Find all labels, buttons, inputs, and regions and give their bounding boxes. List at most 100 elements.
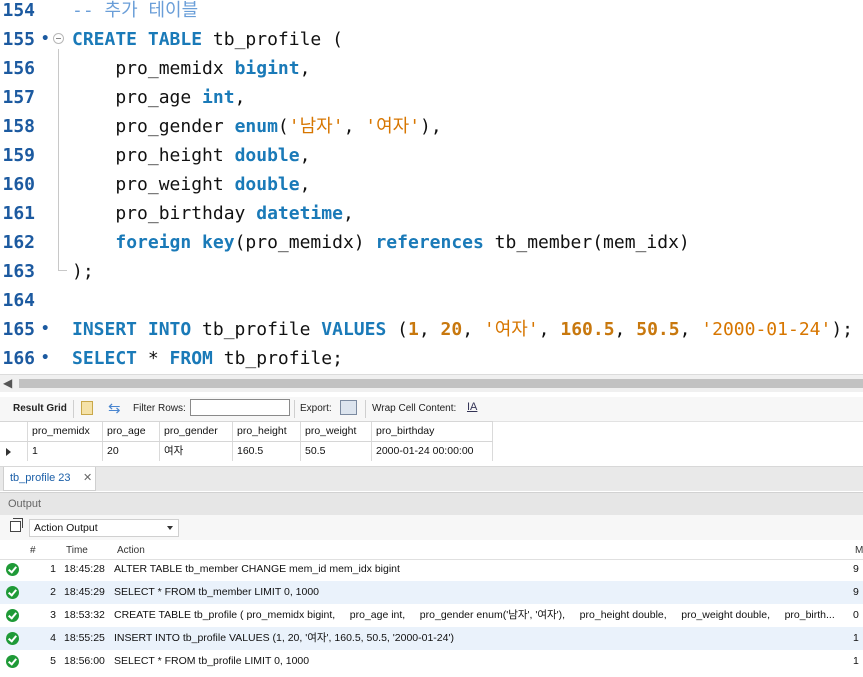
column-header[interactable]: pro_gender — [160, 422, 233, 441]
fold-end-marker — [58, 262, 67, 271]
column-header-message[interactable]: M — [855, 545, 863, 556]
code-token: , — [462, 319, 484, 340]
wrap-cell-label: Wrap Cell Content: — [372, 403, 457, 414]
column-header[interactable]: pro_memidx — [28, 422, 103, 441]
column-header[interactable]: pro_age — [103, 422, 160, 441]
code-token: INSERT INTO — [72, 319, 203, 340]
code-line[interactable]: 165 • INSERT INTO tb_profile VALUES (1, 20… — [0, 315, 863, 344]
log-action: SELECT * FROM tb_member LIMIT 0, 1000 — [114, 586, 320, 598]
code-token: int — [202, 87, 235, 108]
sql-editor[interactable]: 154 -- 추가 테이블 155 • CREATE TABLE tb_profile … — [0, 0, 863, 372]
code-line[interactable]: 158 pro_gender enum('남자', '여자'), — [0, 112, 863, 141]
column-header-time[interactable]: Time — [66, 545, 88, 556]
log-time: 18:45:28 — [64, 563, 105, 575]
code-line[interactable]: 157 pro_age int, — [0, 83, 863, 112]
column-header-action[interactable]: Action — [117, 545, 145, 556]
output-panel-header: Output — [0, 492, 863, 516]
tab-tb-profile-result[interactable]: tb_profile 23 ✕ — [3, 467, 96, 491]
column-header[interactable]: pro_birthday — [372, 422, 493, 441]
code-token: , — [679, 319, 702, 340]
scroll-left-icon[interactable]: ◀ — [3, 376, 12, 390]
code-line[interactable]: 164 — [0, 286, 863, 315]
code-line[interactable]: 166 • SELECT * FROM tb_profile; — [0, 344, 863, 372]
output-mode-value: Action Output — [34, 522, 98, 534]
success-check-icon — [6, 609, 19, 622]
code-line[interactable]: 161 pro_birthday datetime, — [0, 199, 863, 228]
output-toolbar: Action Output — [0, 515, 863, 540]
output-log-row[interactable]: 1 18:45:28 ALTER TABLE tb_member CHANGE me… — [0, 558, 863, 581]
toolbar-divider — [294, 400, 295, 418]
output-log-row[interactable]: 3 18:53:32 CREATE TABLE tb_profile ( pro_m… — [0, 604, 863, 627]
export-icon[interactable] — [340, 400, 357, 415]
code-line[interactable]: 156 pro_memidx bigint, — [0, 54, 863, 83]
output-log-row[interactable]: 2 18:45:29 SELECT * FROM tb_member LIMIT 0… — [0, 581, 863, 604]
code-token: ( — [397, 319, 408, 340]
line-number: 160 — [2, 174, 35, 195]
code-token: , — [299, 145, 311, 166]
table-cell[interactable]: 여자 — [160, 442, 233, 461]
output-log-table: # Time Action M 1 18:45:28 ALTER TABLE tb_… — [0, 542, 863, 677]
code-token: ), — [420, 116, 442, 137]
table-cell[interactable]: 50.5 — [301, 442, 372, 461]
code-line[interactable]: 159 pro_height double, — [0, 141, 863, 170]
code-line[interactable]: 154 -- 추가 테이블 — [0, 0, 863, 25]
log-message: 0 — [853, 609, 859, 621]
row-pointer-icon — [6, 448, 11, 456]
filter-rows-input[interactable] — [190, 399, 290, 416]
row-selector[interactable] — [0, 442, 28, 461]
table-cell[interactable]: 160.5 — [233, 442, 301, 461]
result-tabs-bar: tb_profile 23 ✕ — [0, 466, 863, 491]
code-text: pro_gender enum('남자', '여자'), — [72, 112, 442, 141]
code-token: tb_profile ( — [212, 29, 343, 50]
output-log-row[interactable]: 4 18:55:25 INSERT INTO tb_profile VALUES (… — [0, 627, 863, 650]
line-number: 155 — [2, 29, 35, 50]
scroll-thumb[interactable] — [19, 379, 863, 388]
code-token: pro_age — [72, 87, 203, 108]
column-header[interactable]: pro_height — [233, 422, 301, 441]
code-line[interactable]: 155 • CREATE TABLE tb_profile ( — [0, 25, 863, 54]
code-token: , — [614, 319, 637, 340]
editor-horizontal-scrollbar[interactable]: ◀ — [0, 374, 863, 392]
code-line[interactable]: 160 pro_weight double, — [0, 170, 863, 199]
copy-icon[interactable] — [10, 518, 23, 532]
line-number: 154 — [2, 0, 35, 21]
column-header[interactable]: pro_weight — [301, 422, 372, 441]
output-title: Output — [8, 498, 42, 510]
close-icon[interactable]: ✕ — [83, 471, 92, 484]
table-cell[interactable]: 1 — [28, 442, 103, 461]
wrap-icon[interactable]: IA — [467, 401, 477, 413]
grid-layout-icon[interactable] — [81, 401, 93, 415]
log-action: CREATE TABLE tb_profile ( pro_memidx big… — [114, 609, 835, 621]
row-header-corner — [0, 422, 28, 441]
code-token: 1 — [407, 319, 419, 340]
code-line[interactable]: 162 foreign key(pro_memidx) references t… — [0, 228, 863, 257]
code-text: foreign key(pro_memidx) references tb_me… — [72, 228, 689, 257]
code-token: '여자' — [365, 116, 421, 137]
code-text: pro_weight double, — [72, 170, 310, 199]
log-number: 2 — [50, 586, 56, 598]
output-log-row[interactable]: 5 18:56:00 SELECT * FROM tb_profile LIMIT … — [0, 650, 863, 673]
code-token: pro_memidx — [72, 58, 235, 79]
table-cell[interactable]: 2000-01-24 00:00:00 — [372, 442, 493, 461]
table-cell[interactable]: 20 — [103, 442, 160, 461]
statement-marker-icon: • — [41, 321, 50, 337]
code-token: foreign key — [115, 232, 235, 253]
table-row[interactable]: 1 20 여자 160.5 50.5 2000-01-24 00:00:00 — [0, 442, 493, 461]
line-number: 159 — [2, 145, 35, 166]
code-token: , — [299, 174, 311, 195]
log-number: 4 — [50, 632, 56, 644]
code-token: '2000-01-24' — [701, 319, 832, 340]
code-text: CREATE TABLE tb_profile ( — [72, 25, 343, 54]
output-mode-select[interactable]: Action Output — [29, 519, 179, 537]
refresh-icon[interactable]: ⇆ — [108, 399, 121, 417]
result-grid-tab[interactable]: Result Grid — [13, 403, 67, 414]
code-text: ); — [72, 257, 94, 286]
code-line[interactable]: 163); — [0, 257, 863, 286]
code-token: , — [234, 87, 246, 108]
code-token: CREATE TABLE — [72, 29, 213, 50]
column-header-num[interactable]: # — [30, 545, 36, 556]
code-token: , — [538, 319, 561, 340]
fold-toggle-icon[interactable] — [53, 33, 64, 44]
log-time: 18:53:32 — [64, 609, 105, 621]
chevron-down-icon — [167, 526, 173, 530]
